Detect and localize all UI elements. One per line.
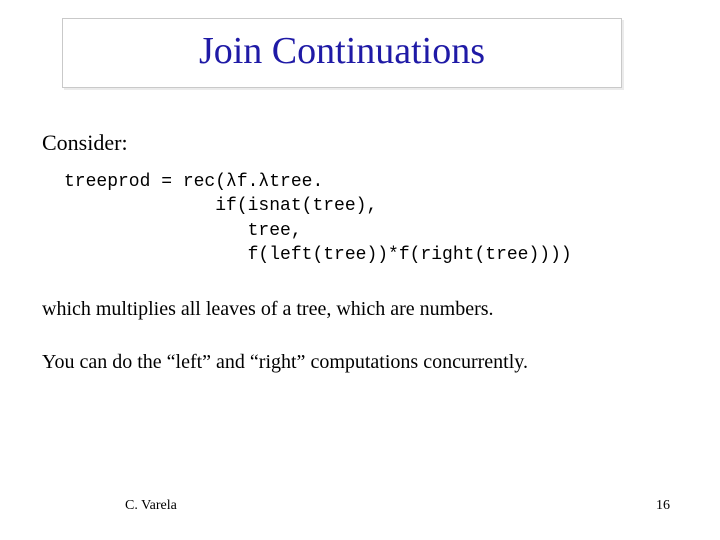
title-box: Join Continuations [62, 18, 622, 88]
footer-author: C. Varela [125, 498, 177, 514]
slide: Join Continuations Consider: treeprod = … [0, 0, 720, 540]
code-block: treeprod = rec(λf.λtree. if(isnat(tree),… [64, 170, 700, 267]
consider-label: Consider: [42, 130, 700, 156]
slide-title: Join Continuations [77, 31, 607, 73]
footer-page-number: 16 [656, 498, 670, 514]
paragraph-2: You can do the “left” and “right” comput… [42, 350, 700, 375]
slide-body: Consider: treeprod = rec(λf.λtree. if(is… [42, 130, 700, 403]
paragraph-1: which multiplies all leaves of a tree, w… [42, 297, 700, 322]
